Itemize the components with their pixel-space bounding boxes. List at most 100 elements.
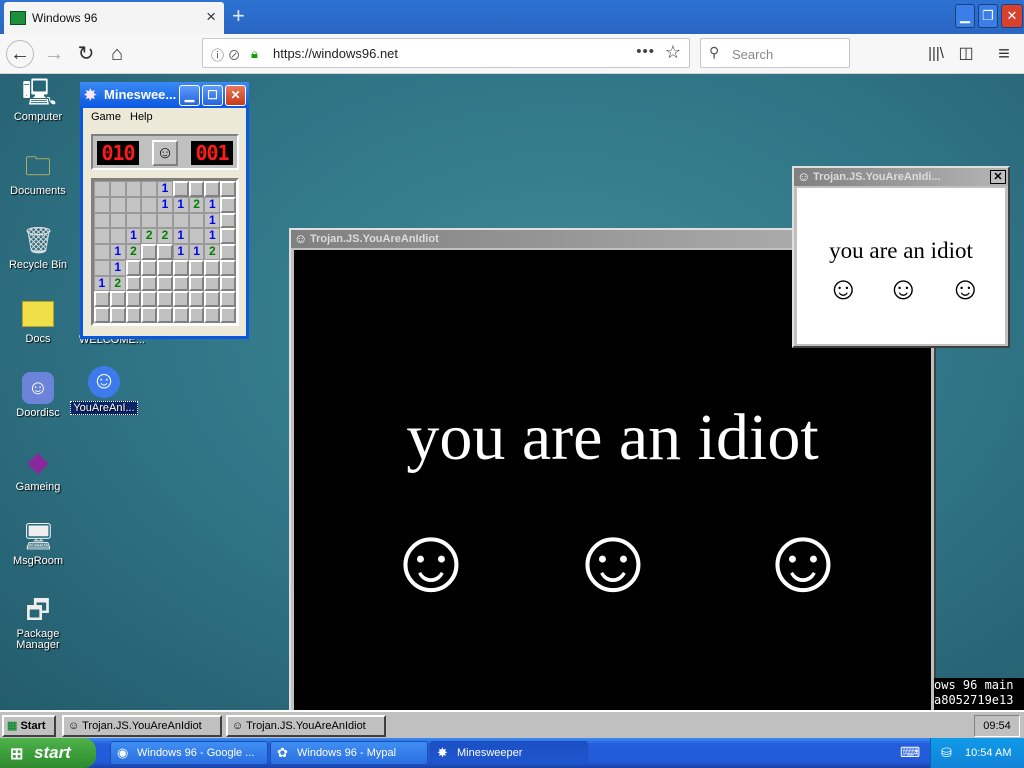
mine-cell[interactable] bbox=[157, 291, 173, 308]
desktop-icon-gameing[interactable]: ◆ Gameing bbox=[3, 446, 73, 493]
xp-task-mypal[interactable]: ✿ Windows 96 - Mypal bbox=[270, 741, 428, 765]
bookmark-star-icon[interactable]: ☆ bbox=[665, 42, 681, 63]
mine-cell[interactable] bbox=[188, 228, 205, 245]
mine-cell[interactable] bbox=[94, 228, 110, 245]
mine-cell[interactable]: 1 bbox=[94, 275, 110, 292]
minimize-button[interactable]: ▁ bbox=[179, 85, 200, 106]
mine-cell[interactable] bbox=[220, 275, 236, 292]
close-button[interactable]: ✕ bbox=[225, 85, 246, 106]
mine-cell[interactable]: 2 bbox=[141, 228, 158, 245]
taskbar-item-trojan-1[interactable]: ☺ Trojan.JS.YouAreAnIdiot bbox=[62, 715, 222, 737]
mine-cell[interactable]: 1 bbox=[109, 244, 126, 260]
desktop-icon-documents[interactable]: 🗀 Documents bbox=[3, 150, 73, 197]
mine-cell[interactable] bbox=[157, 259, 173, 276]
page-actions-icon[interactable]: ••• bbox=[636, 43, 655, 60]
mine-cell[interactable] bbox=[220, 212, 236, 229]
desktop-icon-docs[interactable]: Docs bbox=[3, 298, 73, 345]
home-icon[interactable]: ⌂ bbox=[103, 40, 131, 68]
mine-cell[interactable] bbox=[125, 275, 142, 292]
mine-cell[interactable] bbox=[141, 181, 158, 197]
mine-cell[interactable] bbox=[220, 307, 236, 323]
mine-cell[interactable] bbox=[109, 196, 126, 213]
mine-cell[interactable]: 1 bbox=[157, 196, 173, 213]
desktop-icon-doordisc[interactable]: ☺ Doordisc bbox=[3, 372, 73, 419]
mine-cell[interactable] bbox=[157, 275, 173, 292]
mine-cell[interactable] bbox=[172, 291, 189, 308]
browser-tab[interactable]: Windows 96 × bbox=[4, 2, 224, 34]
mine-cell[interactable] bbox=[109, 291, 126, 308]
mine-cell[interactable]: 1 bbox=[188, 244, 205, 260]
mine-cell[interactable]: 2 bbox=[204, 244, 221, 260]
url-text[interactable]: https://windows96.net bbox=[273, 46, 398, 61]
mine-cell[interactable] bbox=[188, 212, 205, 229]
mine-cell[interactable] bbox=[141, 259, 158, 276]
mine-cell[interactable] bbox=[125, 307, 142, 323]
mine-cell[interactable] bbox=[204, 181, 221, 197]
mine-cell[interactable] bbox=[188, 307, 205, 323]
menu-game[interactable]: Game bbox=[91, 111, 121, 123]
mine-cell[interactable]: 1 bbox=[157, 181, 173, 197]
mine-cell[interactable] bbox=[172, 181, 189, 197]
mine-cell[interactable] bbox=[125, 212, 142, 229]
mine-cell[interactable] bbox=[141, 291, 158, 308]
mine-cell[interactable]: 1 bbox=[109, 259, 126, 276]
mine-cell[interactable] bbox=[172, 212, 189, 229]
menu-icon[interactable]: ≡ bbox=[990, 40, 1018, 68]
mine-cell[interactable]: 1 bbox=[172, 228, 189, 245]
mine-cell[interactable]: 2 bbox=[188, 196, 205, 213]
keyboard-icon[interactable]: ⌨ bbox=[900, 744, 920, 761]
close-window-button[interactable]: ✕ bbox=[1001, 4, 1023, 28]
mine-cell[interactable] bbox=[109, 228, 126, 245]
mine-cell[interactable] bbox=[172, 307, 189, 323]
mine-cell[interactable]: 1 bbox=[204, 228, 221, 245]
new-tab-button[interactable]: + bbox=[232, 3, 245, 29]
desktop-icon-package-manager[interactable]: 🗗 Package Manager bbox=[3, 594, 73, 651]
mine-cell[interactable] bbox=[220, 228, 236, 245]
xp-task-chrome[interactable]: ◉ Windows 96 - Google ... bbox=[110, 741, 268, 765]
desktop-icon-youareanidiot[interactable]: ☺ YouAreAnI... bbox=[69, 366, 139, 415]
mine-cell[interactable]: 1 bbox=[172, 196, 189, 213]
mine-cell[interactable] bbox=[141, 212, 158, 229]
xp-task-minesweeper[interactable]: ✸ Minesweeper bbox=[430, 741, 588, 765]
mine-cell[interactable] bbox=[109, 181, 126, 197]
mine-cell[interactable] bbox=[94, 244, 110, 260]
mine-cell[interactable] bbox=[94, 259, 110, 276]
mine-cell[interactable]: 1 bbox=[204, 196, 221, 213]
taskbar-item-trojan-2[interactable]: ☺ Trojan.JS.YouAreAnIdiot bbox=[226, 715, 386, 737]
desktop-icon-msgroom[interactable]: 🖥 MsgRoom bbox=[3, 520, 73, 567]
minimize-window-button[interactable]: ▁ bbox=[955, 4, 975, 28]
mine-cell[interactable] bbox=[125, 181, 142, 197]
mine-cell[interactable] bbox=[157, 212, 173, 229]
mine-cell[interactable] bbox=[220, 196, 236, 213]
mine-cell[interactable] bbox=[220, 244, 236, 260]
mine-cell[interactable] bbox=[141, 196, 158, 213]
menu-help[interactable]: Help bbox=[130, 111, 153, 123]
desktop-icon-computer[interactable]: 🖳 Computer bbox=[3, 76, 73, 123]
popup-title-bar[interactable]: ☺ Trojan.JS.YouAreAnIdi... ✕ bbox=[794, 168, 1008, 186]
mine-cell[interactable]: 1 bbox=[125, 228, 142, 245]
mine-cell[interactable] bbox=[204, 307, 221, 323]
mine-cell[interactable] bbox=[109, 212, 126, 229]
back-icon[interactable]: ← bbox=[6, 40, 34, 68]
search-input[interactable]: ⚲ Search bbox=[700, 38, 850, 68]
mine-cell[interactable] bbox=[220, 291, 236, 308]
mine-cell[interactable] bbox=[94, 196, 110, 213]
minesweeper-title-bar[interactable]: ✸ Minesweе... ▁ ☐ ✕ bbox=[80, 82, 249, 108]
mine-cell[interactable] bbox=[141, 275, 158, 292]
url-bar[interactable]: ⓘ ⊘ 🔒︎ https://windows96.net ••• ☆ bbox=[202, 38, 690, 68]
mine-cell[interactable] bbox=[94, 291, 110, 308]
mine-cell[interactable] bbox=[188, 259, 205, 276]
mine-cell[interactable] bbox=[204, 259, 221, 276]
mine-cell[interactable]: 1 bbox=[204, 212, 221, 229]
mine-cell[interactable] bbox=[94, 212, 110, 229]
sidebar-icon[interactable]: ◫ bbox=[952, 40, 980, 68]
mine-cell[interactable] bbox=[204, 291, 221, 308]
mine-cell[interactable] bbox=[220, 259, 236, 276]
mine-cell[interactable] bbox=[188, 275, 205, 292]
mine-cell[interactable]: 2 bbox=[157, 228, 173, 245]
mine-cell[interactable] bbox=[157, 244, 173, 260]
maximize-button[interactable]: ☐ bbox=[202, 85, 223, 106]
mine-cell[interactable] bbox=[172, 275, 189, 292]
mine-cell[interactable]: 2 bbox=[125, 244, 142, 260]
library-icon[interactable]: |||\ bbox=[922, 40, 950, 68]
